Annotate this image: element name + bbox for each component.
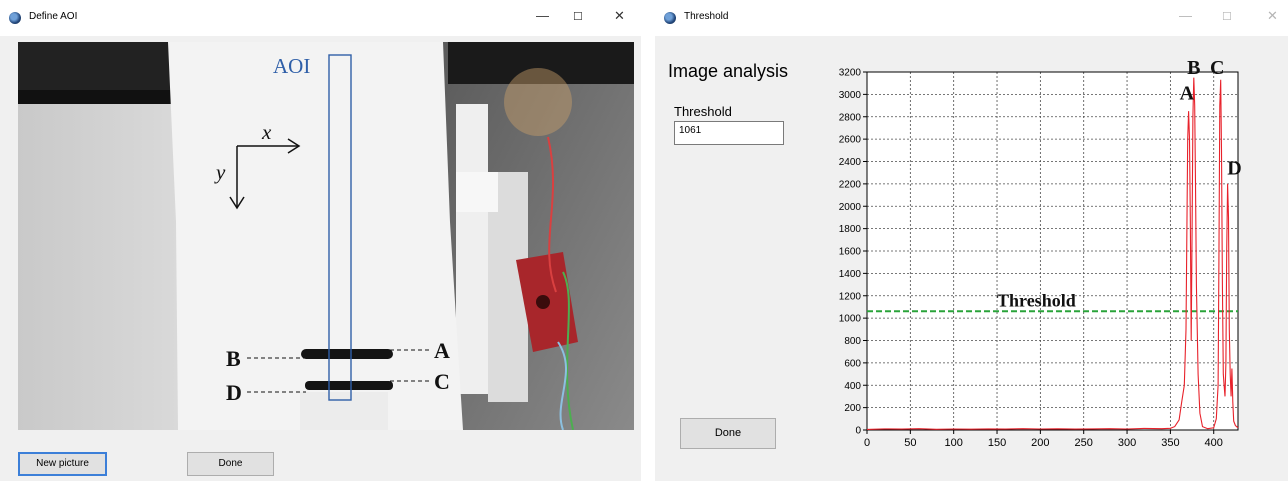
aoi-label: AOI xyxy=(273,54,311,78)
y-tick-label: 200 xyxy=(844,403,861,414)
y-tick-label: 1600 xyxy=(839,247,862,258)
y-tick-label: 800 xyxy=(844,336,861,347)
close-button[interactable]: ✕ xyxy=(1267,8,1278,24)
define-aoi-window: Define AOI — ☐ ✕ AOI x y A B C D New pic… xyxy=(0,0,641,481)
x-tick-label: 0 xyxy=(864,437,870,449)
y-tick-label: 2200 xyxy=(839,179,862,190)
peak-label-c: C xyxy=(1210,57,1224,79)
x-tick-labels: 0 50 100 150 200 250 300 350 400 xyxy=(864,437,1223,449)
done-button[interactable]: Done xyxy=(680,418,776,449)
x-tick-label: 50 xyxy=(904,437,916,449)
maximize-button[interactable]: ☐ xyxy=(573,10,583,23)
camera-photo xyxy=(18,42,634,430)
y-tick-label: 1000 xyxy=(839,314,862,325)
threshold-label: Threshold xyxy=(674,104,732,119)
axis-y-label: y xyxy=(216,160,226,184)
x-tick-label: 400 xyxy=(1205,437,1223,449)
window-title: Define AOI xyxy=(29,11,78,22)
y-tick-label: 2400 xyxy=(839,157,862,168)
x-tick-label: 200 xyxy=(1031,437,1049,449)
x-tick-label: 150 xyxy=(988,437,1006,449)
y-tick-label: 3000 xyxy=(839,90,862,101)
x-tick-label: 350 xyxy=(1161,437,1179,449)
y-tick-labels: 0 200 400 600 800 1000 1200 1400 1600 1800 2000 220… xyxy=(839,68,862,437)
y-tick-label: 1200 xyxy=(839,291,862,302)
y-tick-label: 400 xyxy=(844,381,861,392)
x-tick-label: 100 xyxy=(945,437,963,449)
marker-label-c: C xyxy=(434,369,450,394)
marker-label-d: D xyxy=(226,380,242,405)
y-tick-label: 0 xyxy=(855,426,861,437)
new-picture-button[interactable]: New picture xyxy=(18,452,107,476)
x-tick-label: 250 xyxy=(1075,437,1093,449)
y-tick-label: 2000 xyxy=(839,202,862,213)
y-tick-label: 600 xyxy=(844,358,861,369)
threshold-input[interactable]: 1061 xyxy=(674,121,784,145)
y-tick-label: 2800 xyxy=(839,112,862,123)
marker-label-a: A xyxy=(434,338,450,363)
y-tick-label: 1800 xyxy=(839,224,862,235)
minimize-button[interactable]: — xyxy=(1179,8,1192,23)
threshold-line-label: Threshold xyxy=(997,290,1076,310)
y-tick-label: 3200 xyxy=(839,68,862,79)
peak-label-b: B xyxy=(1187,57,1200,79)
y-tick-label: 1400 xyxy=(839,269,862,280)
minimize-button[interactable]: — xyxy=(536,8,549,23)
done-button[interactable]: Done xyxy=(187,452,274,476)
x-tick-label: 300 xyxy=(1118,437,1136,449)
peak-label-d: D xyxy=(1227,158,1241,180)
image-analysis-heading: Image analysis xyxy=(668,61,789,81)
axis-x-label: x xyxy=(262,120,272,144)
y-tick-label: 2600 xyxy=(839,135,862,146)
title-bar: Define AOI — ☐ ✕ xyxy=(0,0,641,36)
camera-image[interactable]: AOI x y A B C D xyxy=(18,42,634,430)
window-title: Threshold xyxy=(684,11,729,22)
peak-label-a: A xyxy=(1180,83,1195,105)
app-icon xyxy=(664,12,676,24)
threshold-chart: 0200400600800100012001400160018002000220… xyxy=(839,57,1242,449)
maximize-button[interactable]: ☐ xyxy=(1222,10,1232,23)
threshold-window: Threshold — ☐ ✕ Image analysis Threshold… xyxy=(655,0,1288,481)
app-icon xyxy=(9,12,21,24)
close-button[interactable]: ✕ xyxy=(614,8,625,24)
marker-label-b: B xyxy=(226,346,241,371)
title-bar: Threshold — ☐ ✕ xyxy=(655,0,1288,36)
